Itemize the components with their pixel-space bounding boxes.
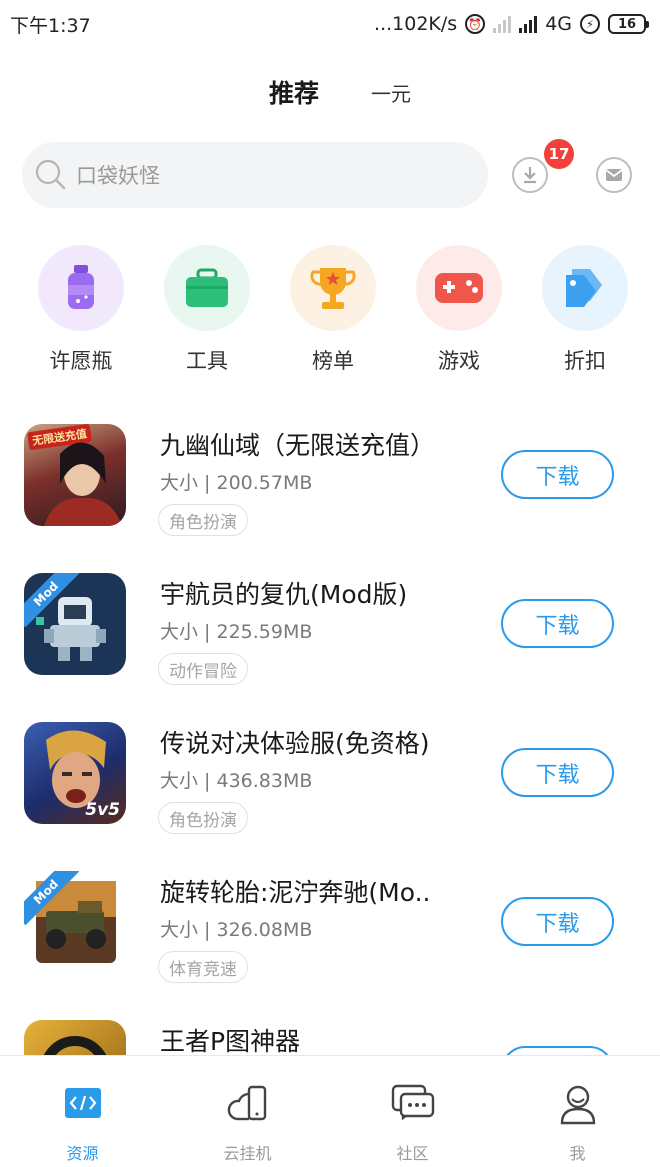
category-rankings[interactable]: 榜单 — [290, 245, 376, 375]
status-icons: ...102K/s ⏰ 4G ⚡ 16 — [374, 13, 649, 35]
network-type: 4G — [545, 13, 572, 35]
nav-label: 资源 — [66, 1144, 99, 1163]
app-thumbnail: Mod — [24, 871, 126, 973]
nav-cloud-phone[interactable]: 云挂机 — [188, 1082, 308, 1164]
tab-one-yuan[interactable]: 一元 — [371, 78, 411, 107]
category-label: 游戏 — [438, 349, 480, 373]
signal-sim2-icon — [519, 15, 538, 33]
app-name: 九幽仙域（无限送充值） — [160, 431, 436, 460]
category-tools[interactable]: 工具 — [164, 245, 250, 375]
app-thumbnail: 无限送充值 — [24, 424, 126, 526]
app-size: 大小 | 326.08MB — [160, 919, 313, 941]
message-button[interactable] — [596, 157, 632, 193]
download-manager-button[interactable]: 17 — [512, 139, 574, 193]
download-button[interactable]: 下载 — [501, 599, 614, 648]
download-button[interactable]: 下载 — [501, 748, 614, 797]
app-list-item[interactable]: Mod 旋转轮胎:泥泞奔驰(Mo.. 大小 | 326.08MB 体育竞速 下载 — [0, 871, 660, 1001]
app-category-tag: 体育竞速 — [158, 951, 248, 983]
discount-tag-icon — [542, 245, 628, 331]
app-list-item[interactable]: 5v5 传说对决体验服(免资格) 大小 | 436.83MB 角色扮演 下载 — [0, 722, 660, 852]
category-wish-bottle[interactable]: 许愿瓶 — [38, 245, 124, 375]
network-speed: ...102K/s — [374, 13, 458, 35]
category-discount[interactable]: 折扣 — [542, 245, 628, 375]
search-input[interactable]: 口袋妖怪 — [22, 142, 488, 208]
nav-label: 社区 — [396, 1144, 429, 1163]
app-thumbnail: Mod — [24, 573, 126, 675]
battery-icon: 16 — [608, 14, 649, 34]
app-name: 宇航员的复仇(Mod版) — [160, 580, 408, 609]
search-icon — [35, 159, 66, 190]
category-games[interactable]: 游戏 — [416, 245, 502, 375]
app-category-tag: 动作冒险 — [158, 653, 248, 685]
tab-recommended[interactable]: 推荐 — [269, 74, 319, 110]
cloud-phone-icon — [226, 1082, 270, 1126]
bottom-nav: 资源 云挂机 社区 我 — [0, 1055, 660, 1167]
download-badge: 17 — [544, 139, 574, 169]
category-row: 许愿瓶 工具 榜单 游戏 折扣 — [38, 245, 628, 375]
top-tabs: 推荐 一元 — [0, 70, 660, 114]
app-name: 王者P图神器 — [160, 1027, 301, 1056]
app-name: 旋转轮胎:泥泞奔驰(Mo.. — [160, 878, 431, 907]
nav-label: 我 — [569, 1144, 586, 1163]
nav-resources[interactable]: 资源 — [23, 1082, 143, 1164]
app-name: 传说对决体验服(免资格) — [160, 729, 430, 758]
user-profile-icon — [556, 1082, 600, 1126]
trophy-icon — [290, 245, 376, 331]
app-category-tag: 角色扮演 — [158, 504, 248, 536]
chat-bubbles-icon — [391, 1082, 435, 1126]
charging-icon: ⚡ — [580, 14, 600, 34]
app-size: 大小 | 200.57MB — [160, 472, 313, 494]
download-icon — [524, 167, 536, 184]
category-label: 许愿瓶 — [49, 349, 113, 373]
thumb-5v5-label: 5v5 — [85, 800, 120, 820]
category-label: 工具 — [186, 349, 228, 373]
category-label: 折扣 — [564, 349, 606, 373]
status-bar: 下午1:37 ...102K/s ⏰ 4G ⚡ 16 — [0, 0, 660, 48]
toolbox-icon — [164, 245, 250, 331]
wish-bottle-icon — [38, 245, 124, 331]
app-size: 大小 | 436.83MB — [160, 770, 313, 792]
search-placeholder: 口袋妖怪 — [76, 164, 160, 188]
gamepad-icon — [416, 245, 502, 331]
code-resource-icon — [61, 1082, 105, 1126]
app-thumbnail: 5v5 — [24, 722, 126, 824]
app-size: 大小 | 225.59MB — [160, 621, 313, 643]
battery-level: 16 — [617, 16, 637, 32]
nav-me[interactable]: 我 — [518, 1082, 638, 1164]
download-button[interactable]: 下载 — [501, 450, 614, 499]
nav-label: 云挂机 — [223, 1144, 272, 1163]
category-label: 榜单 — [312, 349, 354, 373]
signal-sim1-icon — [493, 15, 512, 33]
mail-icon — [605, 169, 623, 181]
download-button[interactable]: 下载 — [501, 897, 614, 946]
app-category-tag: 角色扮演 — [158, 802, 248, 834]
nav-community[interactable]: 社区 — [353, 1082, 473, 1164]
search-row: 口袋妖怪 17 — [22, 139, 642, 208]
status-time: 下午1:37 — [10, 14, 91, 37]
alarm-icon: ⏰ — [465, 14, 486, 34]
app-list-item[interactable]: 无限送充值 九幽仙域（无限送充值） 大小 | 200.57MB 角色扮演 下载 — [0, 424, 660, 554]
app-list-item[interactable]: Mod 宇航员的复仇(Mod版) 大小 | 225.59MB 动作冒险 下载 — [0, 573, 660, 703]
